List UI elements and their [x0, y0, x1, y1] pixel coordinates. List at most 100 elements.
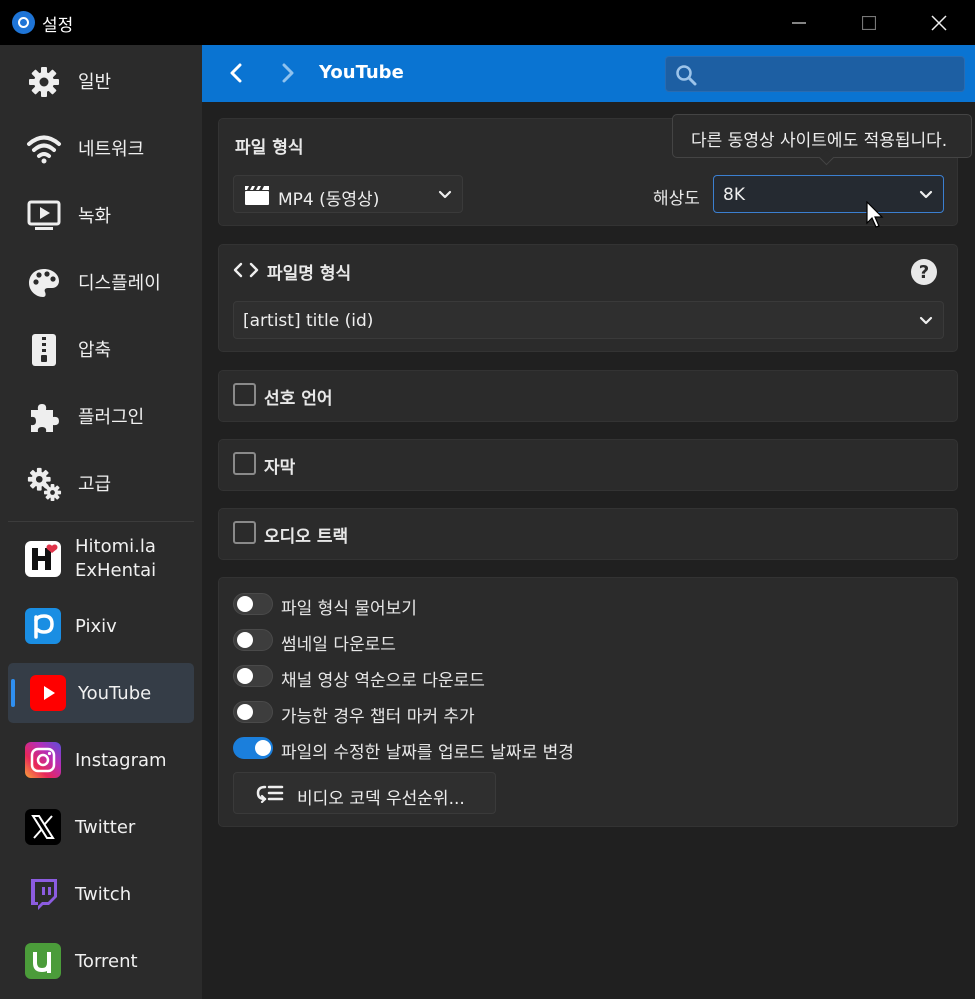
sidebar-item-instagram[interactable]: Instagram: [8, 730, 194, 790]
header-bar: YouTube: [202, 45, 975, 102]
puzzle-icon: [26, 399, 62, 435]
toggle-row-thumbnail: 썸네일 다운로드: [233, 628, 833, 655]
codec-priority-button[interactable]: 비디오 코덱 우선순위...: [233, 772, 496, 814]
resolution-dropdown[interactable]: 8K: [713, 175, 944, 213]
audio-track-checkbox[interactable]: [233, 521, 256, 544]
chevron-down-icon: [438, 190, 452, 199]
sidebar-item-label: Twitter: [75, 816, 136, 838]
maximize-icon: [862, 15, 876, 30]
subtitles-checkbox[interactable]: [233, 452, 256, 475]
sidebar-item-label: Pixiv: [75, 615, 117, 637]
format-dropdown[interactable]: MP4 (동영상): [233, 175, 463, 213]
format-title: 파일 형식: [235, 138, 304, 158]
close-icon: [931, 14, 947, 31]
sidebar-item-label: 압축: [78, 340, 112, 361]
sidebar-item-label: 일반: [78, 72, 112, 93]
filename-dropdown[interactable]: [artist] title (id): [233, 301, 944, 339]
forward-button[interactable]: [274, 59, 302, 87]
sidebar-item-hitomi[interactable]: Hitomi.la ExHentai: [8, 529, 194, 593]
play-screen-icon: [26, 198, 62, 234]
app-logo-icon: [12, 11, 35, 34]
chevron-left-icon: [230, 63, 242, 83]
toggle-label: 파일 형식 물어보기: [281, 599, 417, 619]
sidebar-item-compression[interactable]: 압축: [8, 319, 194, 379]
maximize-button[interactable]: [835, 0, 903, 45]
format-value: MP4 (동영상): [278, 190, 380, 210]
sidebar-item-display[interactable]: 디스플레이: [8, 252, 194, 312]
palette-icon: [26, 265, 62, 301]
sidebar-item-label: 네트워크: [78, 139, 145, 160]
reverse-order-toggle[interactable]: [233, 665, 273, 687]
sidebar-item-advanced[interactable]: 고급: [8, 453, 194, 513]
twitch-icon: [25, 876, 61, 912]
sidebar-item-label: YouTube: [78, 682, 152, 704]
toggle-row-upload-date: 파일의 수정한 날짜를 업로드 날짜로 변경: [233, 736, 833, 763]
toggle-row-chapter-markers: 가능한 경우 챕터 마커 추가: [233, 700, 833, 727]
filename-value: [artist] title (id): [243, 311, 374, 331]
gear-icon: [26, 64, 62, 100]
sidebar-label-line1: Hitomi.la: [75, 536, 156, 557]
toggle-label: 가능한 경우 챕터 마커 추가: [281, 707, 475, 727]
sidebar-item-label: 고급: [78, 474, 112, 495]
minimize-icon: [792, 21, 806, 24]
sidebar-item-label: Hitomi.la ExHentai: [75, 535, 156, 583]
tooltip-text: 다른 동영상 사이트에도 적용됩니다.: [691, 131, 948, 151]
preferred-language-label: 선호 언어: [264, 389, 333, 409]
upload-date-toggle[interactable]: [233, 737, 273, 759]
help-icon[interactable]: ?: [911, 259, 937, 285]
audio-track-label: 오디오 트랙: [264, 527, 349, 547]
pixiv-icon: [25, 608, 61, 644]
subtitles-label: 자막: [264, 458, 296, 478]
filename-card: 파일명 형식 ? [artist] title (id): [218, 244, 958, 352]
clapperboard-icon: [245, 186, 269, 205]
wifi-icon: [26, 131, 62, 167]
search-box[interactable]: [665, 56, 965, 92]
sidebar-item-label: 플러그인: [78, 407, 145, 428]
minimize-button[interactable]: [765, 0, 833, 45]
thumbnail-toggle[interactable]: [233, 629, 273, 651]
toggle-label: 채널 영상 역순으로 다운로드: [281, 671, 485, 691]
sidebar-item-torrent[interactable]: Torrent: [8, 931, 194, 991]
chevron-down-icon: [919, 190, 933, 199]
title-bar: 설정: [0, 0, 975, 45]
sidebar-item-twitter[interactable]: Twitter: [8, 797, 194, 857]
hitomi-icon: [25, 541, 61, 577]
sidebar-item-network[interactable]: 네트워크: [8, 118, 194, 178]
youtube-icon: [30, 675, 66, 711]
chapter-markers-toggle[interactable]: [233, 701, 273, 723]
options-card: 파일 형식 물어보기 썸네일 다운로드 채널 영상 역순으로 다운로드 가능한 …: [218, 577, 958, 827]
list-order-icon: [256, 785, 284, 803]
sidebar-item-general[interactable]: 일반: [8, 51, 194, 111]
sidebar-item-label: Twitch: [75, 883, 132, 905]
close-button[interactable]: [905, 0, 973, 45]
sidebar-item-label: Torrent: [75, 950, 138, 972]
resolution-value: 8K: [723, 185, 745, 205]
sidebar-item-plugins[interactable]: 플러그인: [8, 386, 194, 446]
sidebar-item-twitch[interactable]: Twitch: [8, 864, 194, 924]
back-button[interactable]: [222, 59, 250, 87]
toggle-label: 파일의 수정한 날짜를 업로드 날짜로 변경: [281, 743, 574, 763]
toggle-row-ask-format: 파일 형식 물어보기: [233, 592, 833, 619]
sidebar-item-recording[interactable]: 녹화: [8, 185, 194, 245]
instagram-icon: [25, 742, 61, 778]
search-icon: [676, 65, 697, 86]
codec-priority-label: 비디오 코덱 우선순위...: [297, 789, 465, 809]
page-title: YouTube: [319, 62, 404, 83]
ask-format-toggle[interactable]: [233, 593, 273, 615]
zip-icon: [26, 332, 62, 368]
mouse-cursor-icon: [866, 201, 884, 228]
chevron-right-icon: [282, 63, 294, 83]
sidebar-item-youtube[interactable]: YouTube: [8, 663, 194, 723]
preferred-language-checkbox[interactable]: [233, 383, 256, 406]
sidebar-item-label: 디스플레이: [78, 273, 161, 294]
sidebar: 일반 네트워크 녹화 디스플레이 압축 플러그인 고급 Hitomi.la Ex…: [0, 45, 202, 999]
search-input[interactable]: [704, 61, 954, 87]
chevron-down-icon: [919, 316, 933, 325]
toggle-label: 썸네일 다운로드: [281, 635, 396, 655]
audio-track-card: 오디오 트랙: [218, 508, 958, 560]
sidebar-item-label: Instagram: [75, 749, 167, 771]
sidebar-item-pixiv[interactable]: Pixiv: [8, 596, 194, 656]
resolution-label: 해상도: [653, 189, 700, 209]
toggle-row-reverse-order: 채널 영상 역순으로 다운로드: [233, 664, 833, 691]
code-icon: [233, 262, 259, 278]
